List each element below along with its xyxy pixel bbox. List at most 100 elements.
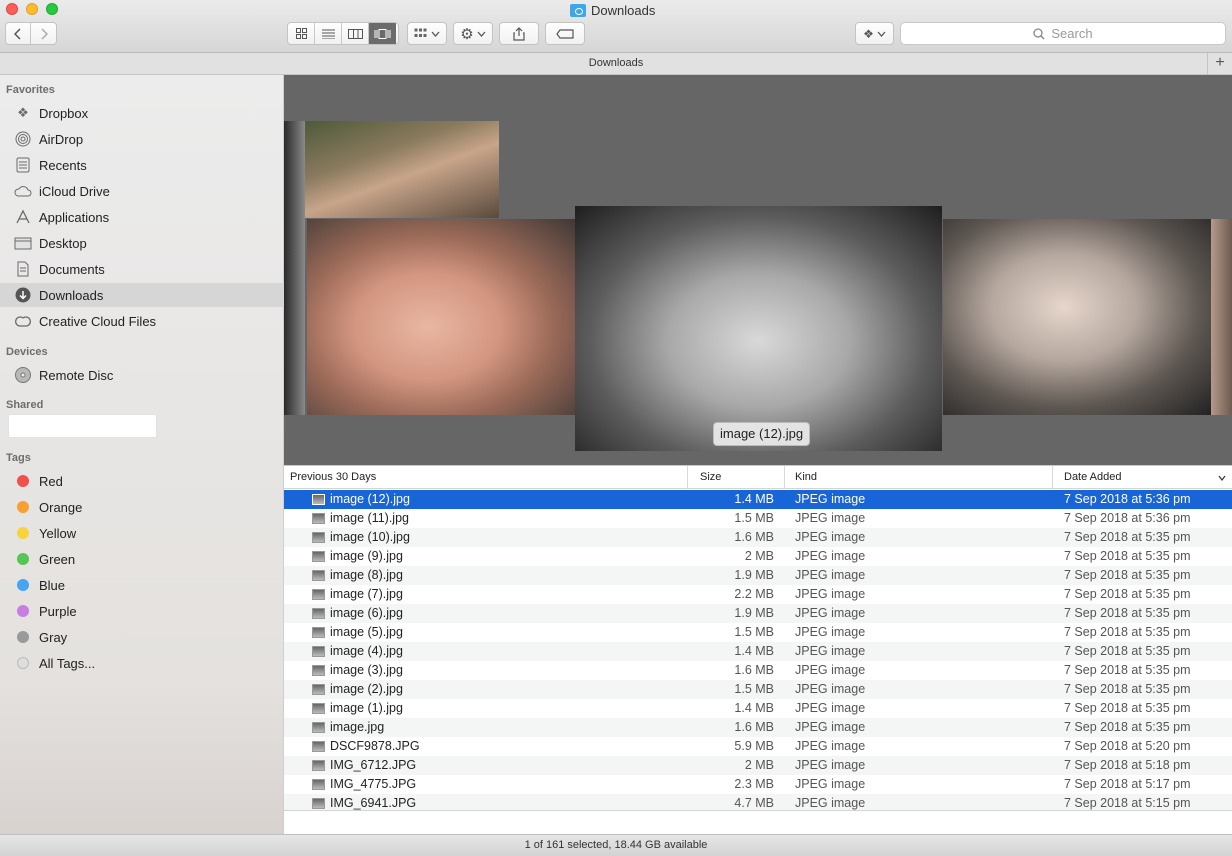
file-size: 5.9 MB xyxy=(734,739,774,753)
close-window-button[interactable] xyxy=(6,3,18,15)
sidebar-tag-orange[interactable]: Orange xyxy=(0,495,284,519)
column-view-button[interactable] xyxy=(342,23,369,44)
sidebar-item-label: Remote Disc xyxy=(39,367,114,383)
list-view-button[interactable] xyxy=(315,23,342,44)
cover-flow-preview[interactable]: image (12).jpg xyxy=(284,75,1232,465)
sidebar-item-applications[interactable]: Applications xyxy=(0,205,284,229)
file-kind: JPEG image xyxy=(795,549,866,563)
sidebar-tag-green[interactable]: Green xyxy=(0,547,284,571)
document-icon xyxy=(14,261,32,277)
cover-selected-image[interactable] xyxy=(575,206,942,451)
image-file-icon xyxy=(312,551,325,562)
sidebar-item-desktop[interactable]: Desktop xyxy=(0,231,284,255)
share-button[interactable] xyxy=(499,22,539,45)
file-row[interactable]: image (4).jpg 1.4 MB JPEG image 7 Sep 20… xyxy=(284,642,1232,661)
cover-thumbnail[interactable] xyxy=(284,121,305,415)
file-size: 1.9 MB xyxy=(734,568,774,582)
cover-thumbnail[interactable] xyxy=(307,219,575,415)
file-row[interactable]: IMG_4775.JPG 2.3 MB JPEG image 7 Sep 201… xyxy=(284,775,1232,794)
sidebar-item-downloads[interactable]: Downloads xyxy=(0,283,284,307)
sidebar-item-creative-cloud-files[interactable]: Creative Cloud Files xyxy=(0,309,284,333)
image-file-icon xyxy=(312,608,325,619)
column-size-header[interactable]: Size xyxy=(688,466,785,489)
sidebar-tag-blue[interactable]: Blue xyxy=(0,573,284,597)
dropbox-menu-button[interactable]: ❖ xyxy=(855,22,894,45)
file-row[interactable]: image (6).jpg 1.9 MB JPEG image 7 Sep 20… xyxy=(284,604,1232,623)
file-date: 7 Sep 2018 at 5:36 pm xyxy=(1064,492,1191,506)
cover-thumbnail[interactable] xyxy=(305,121,499,218)
file-row[interactable]: DSCF9878.JPG 5.9 MB JPEG image 7 Sep 201… xyxy=(284,737,1232,756)
tag-label: Yellow xyxy=(39,525,77,541)
chevron-down-icon xyxy=(877,31,886,37)
file-row[interactable]: image (3).jpg 1.6 MB JPEG image 7 Sep 20… xyxy=(284,661,1232,680)
file-date: 7 Sep 2018 at 5:36 pm xyxy=(1064,511,1191,525)
file-row[interactable]: image (5).jpg 1.5 MB JPEG image 7 Sep 20… xyxy=(284,623,1232,642)
sidebar-item-icloud-drive[interactable]: iCloud Drive xyxy=(0,179,284,203)
sidebar-tag-purple[interactable]: Purple xyxy=(0,599,284,623)
file-row[interactable]: image.jpg 1.6 MB JPEG image 7 Sep 2018 a… xyxy=(284,718,1232,737)
sidebar-item-label: Creative Cloud Files xyxy=(39,313,157,329)
file-kind: JPEG image xyxy=(795,587,866,601)
file-row[interactable]: image (12).jpg 1.4 MB JPEG image 7 Sep 2… xyxy=(284,490,1232,509)
sidebar-item-documents[interactable]: Documents xyxy=(0,257,284,281)
file-row[interactable]: IMG_6941.JPG 4.7 MB JPEG image 7 Sep 201… xyxy=(284,794,1232,810)
file-row[interactable]: image (2).jpg 1.5 MB JPEG image 7 Sep 20… xyxy=(284,680,1232,699)
file-date: 7 Sep 2018 at 5:35 pm xyxy=(1064,644,1191,658)
edit-tags-button[interactable] xyxy=(545,22,585,45)
file-row[interactable]: IMG_6712.JPG 2 MB JPEG image 7 Sep 2018 … xyxy=(284,756,1232,775)
columns-icon xyxy=(347,28,363,39)
gear-icon: ⚙ xyxy=(460,25,474,43)
file-name: image (8).jpg xyxy=(330,568,403,582)
sidebar-item-label: Downloads xyxy=(39,287,104,303)
zoom-window-button[interactable] xyxy=(46,3,58,15)
column-date-header[interactable]: Date Added xyxy=(1053,466,1232,489)
chevron-down-icon xyxy=(477,31,486,37)
tag-green-dot xyxy=(17,553,29,565)
sidebar-item-airdrop[interactable]: AirDrop xyxy=(0,127,284,151)
tag-red-dot xyxy=(17,475,29,487)
minimize-window-button[interactable] xyxy=(26,3,38,15)
tag-label: Blue xyxy=(39,577,66,593)
icon-view-button[interactable] xyxy=(288,23,315,44)
image-file-icon xyxy=(312,703,325,714)
back-button[interactable] xyxy=(6,23,31,44)
sidebar-item-remote-disc[interactable]: Remote Disc xyxy=(0,363,284,387)
file-size: 1.9 MB xyxy=(734,606,774,620)
file-list: Previous 30 Days Size Kind Date Added im… xyxy=(284,465,1232,810)
file-date: 7 Sep 2018 at 5:35 pm xyxy=(1064,682,1191,696)
file-row[interactable]: image (11).jpg 1.5 MB JPEG image 7 Sep 2… xyxy=(284,509,1232,528)
file-kind: JPEG image xyxy=(795,701,866,715)
sidebar-item-recents[interactable]: Recents xyxy=(0,153,284,177)
column-name-header[interactable]: Previous 30 Days xyxy=(284,466,688,489)
tag-label: Red xyxy=(39,473,63,489)
file-date: 7 Sep 2018 at 5:35 pm xyxy=(1064,606,1191,620)
sidebar-tag-red[interactable]: Red xyxy=(0,469,284,493)
file-row[interactable]: image (10).jpg 1.6 MB JPEG image 7 Sep 2… xyxy=(284,528,1232,547)
cover-thumbnail[interactable] xyxy=(943,219,1211,415)
window-title: Downloads xyxy=(570,1,655,19)
file-name: image (10).jpg xyxy=(330,530,410,544)
file-row[interactable]: image (7).jpg 2.2 MB JPEG image 7 Sep 20… xyxy=(284,585,1232,604)
group-by-button[interactable] xyxy=(407,22,447,45)
file-row[interactable]: image (8).jpg 1.9 MB JPEG image 7 Sep 20… xyxy=(284,566,1232,585)
file-date: 7 Sep 2018 at 5:35 pm xyxy=(1064,568,1191,582)
file-row[interactable]: image (1).jpg 1.4 MB JPEG image 7 Sep 20… xyxy=(284,699,1232,718)
sidebar-all-tags[interactable]: All Tags... xyxy=(0,651,284,675)
sidebar-tag-gray[interactable]: Gray xyxy=(0,625,284,649)
recents-icon xyxy=(14,157,32,173)
cover-thumbnail[interactable] xyxy=(1211,219,1232,415)
file-row[interactable]: image (9).jpg 2 MB JPEG image 7 Sep 2018… xyxy=(284,547,1232,566)
action-menu-button[interactable]: ⚙ xyxy=(453,22,493,45)
sidebar-item-dropbox[interactable]: ❖ Dropbox xyxy=(0,101,284,125)
file-kind: JPEG image xyxy=(795,568,866,582)
column-kind-header[interactable]: Kind xyxy=(785,466,1053,489)
file-date: 7 Sep 2018 at 5:35 pm xyxy=(1064,663,1191,677)
search-field[interactable]: Search xyxy=(900,22,1226,45)
chevron-down-icon xyxy=(431,31,440,37)
cover-flow-view-button[interactable] xyxy=(369,23,396,44)
tag-orange-dot xyxy=(17,501,29,513)
sidebar-tag-yellow[interactable]: Yellow xyxy=(0,521,284,545)
new-tab-button[interactable]: + xyxy=(1207,53,1232,74)
forward-button[interactable] xyxy=(31,23,56,44)
airdrop-icon xyxy=(14,131,32,147)
